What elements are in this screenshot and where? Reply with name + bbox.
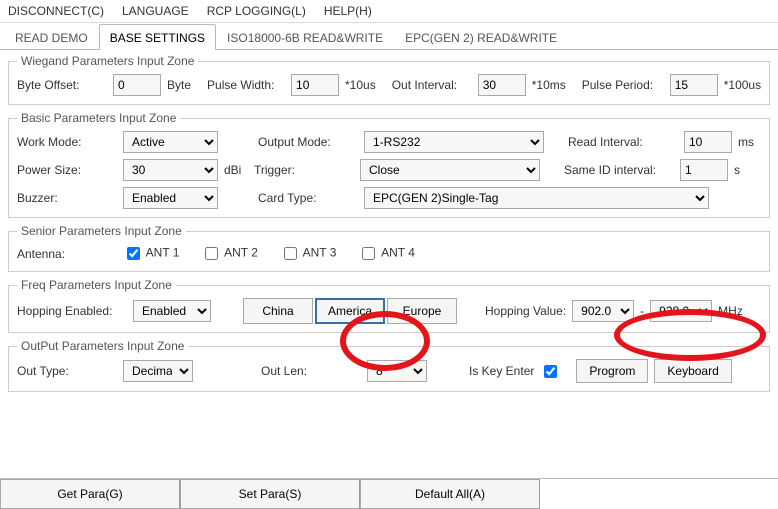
hopping-to-select[interactable]: 928.0 [650,300,712,322]
sameid-input[interactable] [680,159,728,181]
tab-iso18000[interactable]: ISO18000-6B READ&WRITE [216,24,394,50]
outtype-select[interactable]: Decima [123,360,193,382]
freq-legend: Freq Parameters Input Zone [17,278,176,292]
buzzer-select[interactable]: Enabled [123,187,218,209]
hopping-from-select[interactable]: 902.0 [572,300,634,322]
tab-bar: READ DEMO BASE SETTINGS ISO18000-6B READ… [0,23,778,50]
pulsewidth-input[interactable] [291,74,339,96]
ant2-checkbox[interactable]: ANT 2 [201,244,257,263]
powersize-unit: dBi [224,163,248,177]
program-button[interactable]: Progrom [576,359,648,383]
pulseperiod-input[interactable] [670,74,718,96]
freq-zone: Freq Parameters Input Zone Hopping Enabl… [8,278,770,333]
cardtype-select[interactable]: EPC(GEN 2)Single-Tag [364,187,709,209]
pulseperiod-unit: *100us [724,78,761,92]
sameid-unit: s [734,163,740,177]
outinterval-unit: *10ms [532,78,566,92]
tab-base-settings[interactable]: BASE SETTINGS [99,24,216,50]
menu-rcp-logging[interactable]: RCP LOGGING(L) [207,4,306,18]
iskeyenter-checkbox[interactable] [544,365,557,378]
powersize-label: Power Size: [17,163,117,177]
antenna-label: Antenna: [17,247,117,261]
button-bar: Get Para(G) Set Para(S) Default All(A) [0,478,778,509]
cardtype-label: Card Type: [258,191,358,205]
byteoffset-input[interactable] [113,74,161,96]
menu-language[interactable]: LANGUAGE [122,4,189,18]
readinterval-input[interactable] [684,131,732,153]
keyboard-button[interactable]: Keyboard [654,359,731,383]
trigger-label: Trigger: [254,163,354,177]
workmode-label: Work Mode: [17,135,117,149]
sameid-label: Same ID interval: [564,163,674,177]
outlen-select[interactable]: 8 [367,360,427,382]
ant4-checkbox[interactable]: ANT 4 [358,244,414,263]
set-para-button[interactable]: Set Para(S) [180,479,360,509]
trigger-select[interactable]: Close [360,159,540,181]
outinterval-input[interactable] [478,74,526,96]
wiegand-zone: Wiegand Parameters Input Zone Byte Offse… [8,54,770,105]
menu-help[interactable]: HELP(H) [324,4,372,18]
buzzer-label: Buzzer: [17,191,117,205]
senior-zone: Senior Parameters Input Zone Antenna: AN… [8,224,770,272]
powersize-select[interactable]: 30 [123,159,218,181]
tab-epc-gen2[interactable]: EPC(GEN 2) READ&WRITE [394,24,568,50]
ant1-checkbox[interactable]: ANT 1 [123,244,179,263]
pulseperiod-label: Pulse Period: [582,78,664,92]
basic-zone: Basic Parameters Input Zone Work Mode: A… [8,111,770,218]
hopping-dash: - [640,304,644,318]
outputmode-label: Output Mode: [258,135,358,149]
region-america-button[interactable]: America [315,298,385,324]
hopping-enabled-label: Hopping Enabled: [17,304,127,318]
iskeyenter-label: Is Key Enter [469,364,534,378]
pulsewidth-label: Pulse Width: [207,78,285,92]
outlen-label: Out Len: [261,364,361,378]
region-europe-button[interactable]: Europe [387,298,457,324]
output-zone: OutPut Parameters Input Zone Out Type: D… [8,339,770,392]
byteoffset-unit: Byte [167,78,191,92]
basic-legend: Basic Parameters Input Zone [17,111,180,125]
get-para-button[interactable]: Get Para(G) [0,479,180,509]
outputmode-select[interactable]: 1-RS232 [364,131,544,153]
pulsewidth-unit: *10us [345,78,376,92]
outtype-label: Out Type: [17,364,117,378]
readinterval-label: Read Interval: [568,135,678,149]
content-area: Wiegand Parameters Input Zone Byte Offse… [0,50,778,478]
wiegand-legend: Wiegand Parameters Input Zone [17,54,198,68]
menu-disconnect[interactable]: DISCONNECT(C) [8,4,104,18]
default-all-button[interactable]: Default All(A) [360,479,540,509]
workmode-select[interactable]: Active [123,131,218,153]
senior-legend: Senior Parameters Input Zone [17,224,186,238]
outinterval-label: Out Interval: [392,78,472,92]
menu-bar: DISCONNECT(C) LANGUAGE RCP LOGGING(L) HE… [0,0,778,23]
hopping-enabled-select[interactable]: Enabled [133,300,211,322]
region-china-button[interactable]: China [243,298,313,324]
byteoffset-label: Byte Offset: [17,78,107,92]
hopping-value-label: Hopping Value: [485,304,566,318]
hopping-unit: MHz [718,304,743,318]
ant3-checkbox[interactable]: ANT 3 [280,244,336,263]
tab-read-demo[interactable]: READ DEMO [4,24,99,50]
output-legend: OutPut Parameters Input Zone [17,339,188,353]
readinterval-unit: ms [738,135,754,149]
